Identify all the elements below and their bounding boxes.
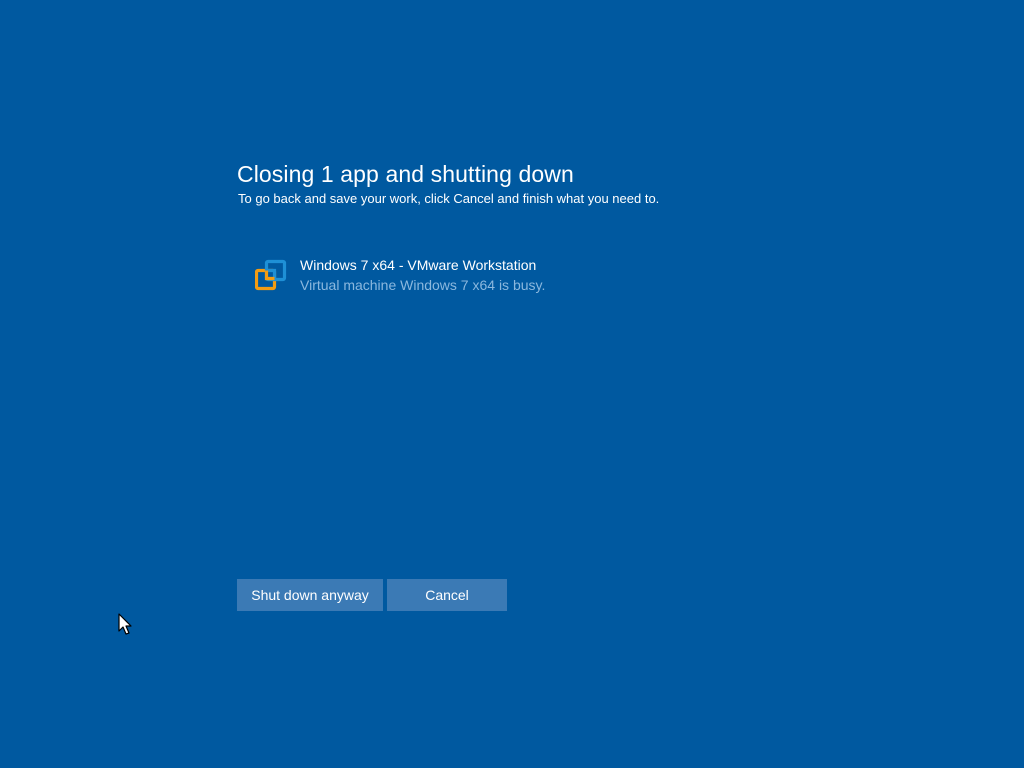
blocking-app-list: Windows 7 x64 - VMware Workstation Virtu…	[255, 256, 755, 295]
app-status: Virtual machine Windows 7 x64 is busy.	[300, 277, 546, 293]
action-buttons: Shut down anyway Cancel	[237, 579, 507, 611]
page-subtitle: To go back and save your work, click Can…	[238, 191, 660, 206]
blocking-app-item: Windows 7 x64 - VMware Workstation Virtu…	[255, 256, 755, 295]
shut-down-anyway-button[interactable]: Shut down anyway	[237, 579, 383, 611]
vmware-workstation-icon	[255, 259, 287, 291]
blocking-app-text: Windows 7 x64 - VMware Workstation Virtu…	[300, 256, 545, 295]
shutdown-screen: Closing 1 app and shutting down To go ba…	[0, 0, 1024, 768]
mouse-pointer-icon	[118, 613, 132, 635]
page-title: Closing 1 app and shutting down	[237, 161, 574, 187]
cancel-button[interactable]: Cancel	[387, 579, 507, 611]
app-name: Windows 7 x64 - VMware Workstation	[300, 257, 537, 273]
shutdown-message: Closing 1 app and shutting down To go ba…	[237, 160, 857, 208]
